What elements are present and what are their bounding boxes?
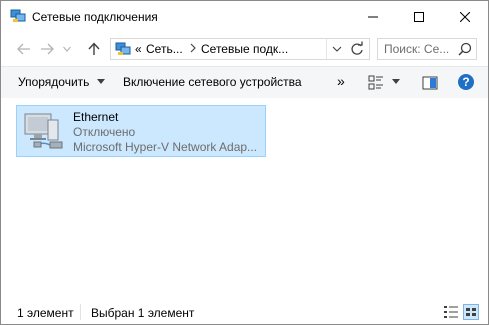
forward-arrow-icon bbox=[41, 43, 54, 55]
chevron-down-icon[interactable] bbox=[97, 79, 105, 97]
explorer-window: Сетевые подключения « Сеть... Сетевые по… bbox=[0, 0, 489, 325]
recent-locations-button[interactable] bbox=[61, 40, 73, 58]
more-commands-button[interactable]: » bbox=[337, 73, 345, 89]
network-adapter-icon bbox=[24, 113, 63, 149]
address-overflow[interactable]: « bbox=[135, 42, 142, 56]
network-connections-icon bbox=[10, 9, 26, 22]
chevron-down-icon[interactable] bbox=[330, 43, 344, 55]
network-connections-icon bbox=[115, 42, 131, 55]
forward-button[interactable] bbox=[38, 40, 56, 58]
maximize-icon bbox=[414, 11, 424, 22]
svg-text:?: ? bbox=[462, 75, 469, 89]
chevron-down-icon[interactable] bbox=[392, 79, 400, 97]
status-bar: 1 элемент Выбран 1 элемент bbox=[1, 300, 488, 324]
organize-menu[interactable]: Упорядочить bbox=[18, 75, 89, 89]
adapter-name: Microsoft Hyper-V Network Adap... bbox=[73, 140, 258, 154]
command-bar: Упорядочить Включение сетевого устройств… bbox=[1, 66, 488, 99]
close-icon bbox=[460, 11, 470, 22]
selection-count: Выбран 1 элемент bbox=[91, 306, 195, 320]
maximize-button[interactable] bbox=[396, 1, 442, 32]
up-arrow-icon bbox=[88, 42, 100, 55]
search-input[interactable]: Поиск: Се... bbox=[384, 42, 449, 56]
breadcrumb-network-connections[interactable]: Сетевые подк... bbox=[201, 42, 288, 56]
back-arrow-icon bbox=[17, 43, 30, 55]
address-bar[interactable]: « Сеть... Сетевые подк... bbox=[110, 38, 370, 60]
list-item[interactable]: Ethernet Отключено Microsoft Hyper-V Net… bbox=[16, 105, 266, 157]
tiles-view-icon[interactable] bbox=[463, 304, 479, 320]
title-bar[interactable]: Сетевые подключения bbox=[1, 1, 488, 32]
close-button[interactable] bbox=[442, 1, 488, 32]
view-options-icon[interactable] bbox=[368, 74, 384, 92]
minimize-button[interactable] bbox=[350, 1, 396, 32]
chevron-right-icon[interactable] bbox=[188, 41, 198, 55]
enable-device-button[interactable]: Включение сетевого устройства bbox=[123, 75, 302, 89]
help-icon[interactable]: ? bbox=[457, 73, 475, 91]
back-button[interactable] bbox=[15, 40, 33, 58]
status-divider bbox=[80, 304, 81, 320]
connection-name: Ethernet bbox=[73, 110, 119, 124]
window-title: Сетевые подключения bbox=[32, 10, 158, 24]
address-divider bbox=[326, 39, 327, 59]
search-icon[interactable] bbox=[458, 42, 472, 56]
breadcrumb-network[interactable]: Сеть... bbox=[146, 42, 183, 56]
navigation-bar: « Сеть... Сетевые подк... Поиск: Се... bbox=[1, 33, 488, 65]
chevron-down-icon bbox=[63, 46, 71, 52]
search-box[interactable]: Поиск: Се... bbox=[377, 38, 477, 60]
minimize-icon bbox=[368, 16, 378, 17]
details-view-icon[interactable] bbox=[443, 304, 459, 320]
preview-pane-icon[interactable] bbox=[422, 74, 438, 92]
connection-status: Отключено bbox=[73, 125, 136, 139]
up-button[interactable] bbox=[85, 40, 103, 58]
file-list[interactable]: Ethernet Отключено Microsoft Hyper-V Net… bbox=[1, 98, 488, 294]
item-count: 1 элемент bbox=[17, 306, 74, 320]
refresh-icon[interactable] bbox=[349, 41, 365, 57]
